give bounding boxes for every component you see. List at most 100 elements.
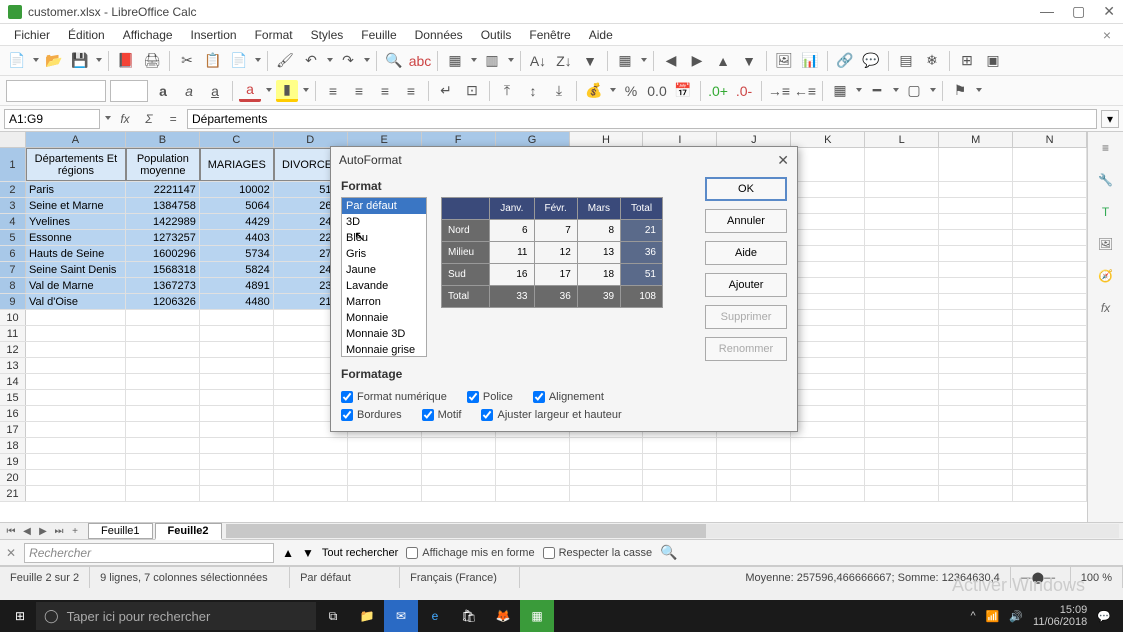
format-item[interactable]: Jaune — [342, 262, 426, 278]
bold-icon[interactable]: a — [152, 80, 174, 102]
task-view-icon[interactable]: ⧉ — [316, 600, 350, 632]
find-options-icon[interactable]: 🔍 — [660, 544, 677, 561]
col-header[interactable]: L — [865, 132, 939, 147]
menu-fenetre[interactable]: Fenêtre — [521, 26, 578, 44]
menu-donnees[interactable]: Données — [407, 26, 471, 44]
cancel-button[interactable]: Annuler — [705, 209, 787, 233]
col-header[interactable]: H — [570, 132, 644, 147]
check-align[interactable]: Alignement — [533, 391, 604, 403]
italic-icon[interactable]: a — [178, 80, 200, 102]
align-center-icon[interactable]: ≡ — [348, 80, 370, 102]
cond-format-icon[interactable]: ⚑ — [949, 80, 971, 102]
date-icon[interactable]: 📅 — [672, 80, 694, 102]
check-autofit[interactable]: Ajuster largeur et hauteur — [481, 409, 621, 421]
find-icon[interactable]: 🔍 — [383, 50, 405, 72]
format-item[interactable]: Monnaie — [342, 310, 426, 326]
cell[interactable]: Val de Marne — [26, 278, 126, 293]
cell[interactable]: 2221147 — [126, 182, 200, 197]
nav-left-icon[interactable]: ◀ — [660, 50, 682, 72]
check-font[interactable]: Police — [467, 391, 513, 403]
currency-icon[interactable]: 💰 — [583, 80, 605, 102]
store-icon[interactable]: 🛍 — [452, 600, 486, 632]
sidebar-fx-icon[interactable]: fx — [1094, 296, 1118, 320]
row-header[interactable]: 17 — [0, 422, 26, 437]
col-header[interactable]: N — [1013, 132, 1087, 147]
align-justify-icon[interactable]: ≡ — [400, 80, 422, 102]
find-prev-icon[interactable]: ▲ — [282, 546, 294, 560]
dec-indent-icon[interactable]: ←≡ — [794, 80, 816, 102]
row-header[interactable]: 16 — [0, 406, 26, 421]
zoom-slider[interactable]: —⬤— — [1011, 567, 1071, 588]
tray-notification-icon[interactable]: 💬 — [1097, 610, 1111, 623]
percent-icon[interactable]: % — [620, 80, 642, 102]
col-header[interactable]: A — [26, 132, 126, 147]
menu-styles[interactable]: Styles — [303, 26, 352, 44]
align-right-icon[interactable]: ≡ — [374, 80, 396, 102]
format-item[interactable]: Gris — [342, 246, 426, 262]
row-header[interactable]: 21 — [0, 486, 26, 501]
format-item[interactable]: Monnaie 3D — [342, 326, 426, 342]
row-header[interactable]: 14 — [0, 374, 26, 389]
comment-icon[interactable]: 💬 — [860, 50, 882, 72]
check-borders[interactable]: Bordures — [341, 409, 402, 421]
firefox-icon[interactable]: 🦊 — [486, 600, 520, 632]
cell[interactable]: 1273257 — [126, 230, 200, 245]
align-left-icon[interactable]: ≡ — [322, 80, 344, 102]
col-header[interactable]: G — [496, 132, 570, 147]
border-style-icon[interactable]: ━ — [866, 80, 888, 102]
row-header[interactable]: 20 — [0, 470, 26, 485]
close-button[interactable]: ✕ — [1103, 3, 1115, 20]
sidebar-functions-icon[interactable]: 🧭 — [1094, 264, 1118, 288]
help-button[interactable]: Aide — [705, 241, 787, 265]
border-color-icon[interactable]: ▢ — [903, 80, 925, 102]
inc-indent-icon[interactable]: →≡ — [768, 80, 790, 102]
cell[interactable]: 4891 — [200, 278, 274, 293]
document-close-icon[interactable]: × — [1095, 25, 1117, 45]
find-all-button[interactable]: Tout rechercher — [322, 547, 398, 559]
redo-icon[interactable]: ↷ — [337, 50, 359, 72]
row-header[interactable]: 2 — [0, 182, 26, 197]
find-input[interactable]: Rechercher — [24, 543, 274, 563]
find-case-checkbox[interactable]: Respecter la casse — [543, 547, 653, 559]
taskbar-search[interactable]: ◯ Taper ici pour rechercher — [36, 602, 316, 630]
zoom-level[interactable]: 100 % — [1071, 567, 1123, 588]
sidebar-gallery-icon[interactable]: T — [1094, 200, 1118, 224]
format-item[interactable]: Bleu — [342, 230, 426, 246]
chart-icon[interactable]: 📊 — [799, 50, 821, 72]
row-header[interactable]: 18 — [0, 438, 26, 453]
col-header[interactable]: J — [717, 132, 791, 147]
row-header[interactable]: 4 — [0, 214, 26, 229]
cell[interactable]: 5824 — [200, 262, 274, 277]
file-explorer-icon[interactable]: 📁 — [350, 600, 384, 632]
dec-decimal-icon[interactable]: .0- — [733, 80, 755, 102]
add-button[interactable]: Ajouter — [705, 273, 787, 297]
sidebar-styles-icon[interactable]: 🔧 — [1094, 168, 1118, 192]
menu-fichier[interactable]: Fichier — [6, 26, 58, 44]
format-item[interactable]: 3D — [342, 214, 426, 230]
calc-icon[interactable]: ▦ — [520, 600, 554, 632]
horizontal-scrollbar[interactable] — [226, 524, 1120, 538]
cell[interactable]: 1568318 — [126, 262, 200, 277]
copy-icon[interactable]: 📋 — [202, 50, 224, 72]
header-icon[interactable]: ▤ — [895, 50, 917, 72]
row-header[interactable]: 13 — [0, 358, 26, 373]
cell[interactable]: Départements Et régions — [26, 148, 126, 181]
pdf-icon[interactable]: 📕 — [115, 50, 137, 72]
cell[interactable]: 1206326 — [126, 294, 200, 309]
valign-top-icon[interactable]: ⤒ — [496, 80, 518, 102]
tray-volume-icon[interactable]: 🔊 — [1009, 610, 1023, 623]
tray-network-icon[interactable]: 📶 — [986, 610, 1000, 623]
inc-decimal-icon[interactable]: .0+ — [707, 80, 729, 102]
cell-reference-input[interactable]: A1:G9 — [4, 109, 100, 129]
format-item[interactable]: Par défaut — [342, 198, 426, 214]
valign-bot-icon[interactable]: ⤓ — [548, 80, 570, 102]
col-header[interactable]: M — [939, 132, 1013, 147]
tab-prev-icon[interactable]: ◀ — [20, 526, 34, 537]
menu-insertion[interactable]: Insertion — [183, 26, 245, 44]
equals-icon[interactable]: = — [163, 109, 183, 129]
format-item[interactable]: Marron — [342, 294, 426, 310]
cell[interactable]: Val d'Oise — [26, 294, 126, 309]
tab-last-icon[interactable]: ⏭ — [52, 526, 66, 537]
cut-icon[interactable]: ✂ — [176, 50, 198, 72]
sidebar-navigator-icon[interactable]: 🖼 — [1094, 232, 1118, 256]
